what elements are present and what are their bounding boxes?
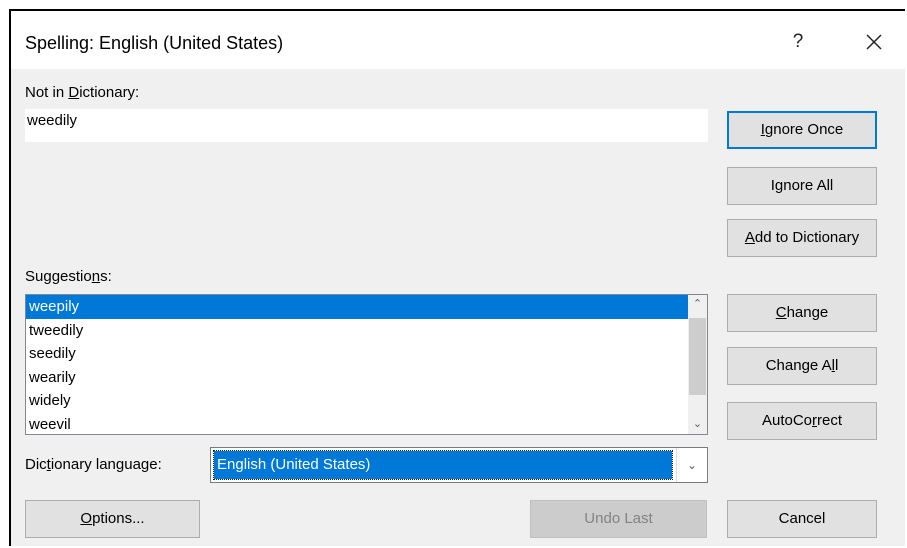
ignore-all-button[interactable]: Ignore All <box>727 167 877 205</box>
ignore-once-button[interactable]: Ignore Once <box>727 111 877 149</box>
help-icon: ? <box>792 31 804 52</box>
suggestion-item[interactable]: wearily <box>26 366 707 390</box>
scroll-down-icon[interactable]: ⌄ <box>688 415 707 434</box>
scroll-up-icon[interactable]: ⌃ <box>688 295 707 314</box>
misspelled-word: weedily <box>27 112 78 129</box>
add-to-dictionary-button[interactable]: Add to Dictionary <box>727 219 877 257</box>
title-bar: Spelling: English (United States) ? <box>11 11 905 69</box>
dictionary-language-value: English (United States) <box>213 450 673 480</box>
dictionary-language-select[interactable]: English (United States) ⌄ <box>210 447 708 483</box>
suggestion-item[interactable]: weepily <box>26 295 689 319</box>
suggestions-scrollbar[interactable]: ⌃ ⌄ <box>688 295 707 434</box>
options-button[interactable]: Options... <box>25 500 200 538</box>
suggestion-item[interactable]: weevil <box>26 413 707 435</box>
cancel-button[interactable]: Cancel <box>727 500 877 538</box>
suggestions-label: Suggestions: <box>25 268 112 285</box>
scroll-thumb[interactable] <box>689 318 706 395</box>
suggestions-list[interactable]: weepily tweedily seedily wearily widely weevi… <box>25 294 708 435</box>
not-in-dictionary-field[interactable]: weedily <box>25 109 708 142</box>
close-icon <box>866 34 882 50</box>
autocorrect-button[interactable]: AutoCorrect <box>727 402 877 440</box>
not-in-dictionary-label: Not in Dictionary: <box>25 84 140 101</box>
close-button[interactable] <box>859 27 889 57</box>
suggestion-item[interactable]: seedily <box>26 342 707 366</box>
suggestion-item[interactable]: widely <box>26 389 707 413</box>
chevron-down-icon[interactable]: ⌄ <box>676 448 707 482</box>
spelling-dialog: Spelling: English (United States) ? Not … <box>9 9 905 546</box>
suggestion-item[interactable]: tweedily <box>26 319 707 343</box>
dictionary-language-label: Dictionary language: <box>25 456 162 473</box>
change-all-button[interactable]: Change All <box>727 347 877 385</box>
change-button[interactable]: Change <box>727 294 877 332</box>
undo-last-button[interactable]: Undo Last <box>530 500 707 538</box>
help-button[interactable]: ? <box>783 27 813 57</box>
dialog-title: Spelling: English (United States) <box>25 33 284 53</box>
